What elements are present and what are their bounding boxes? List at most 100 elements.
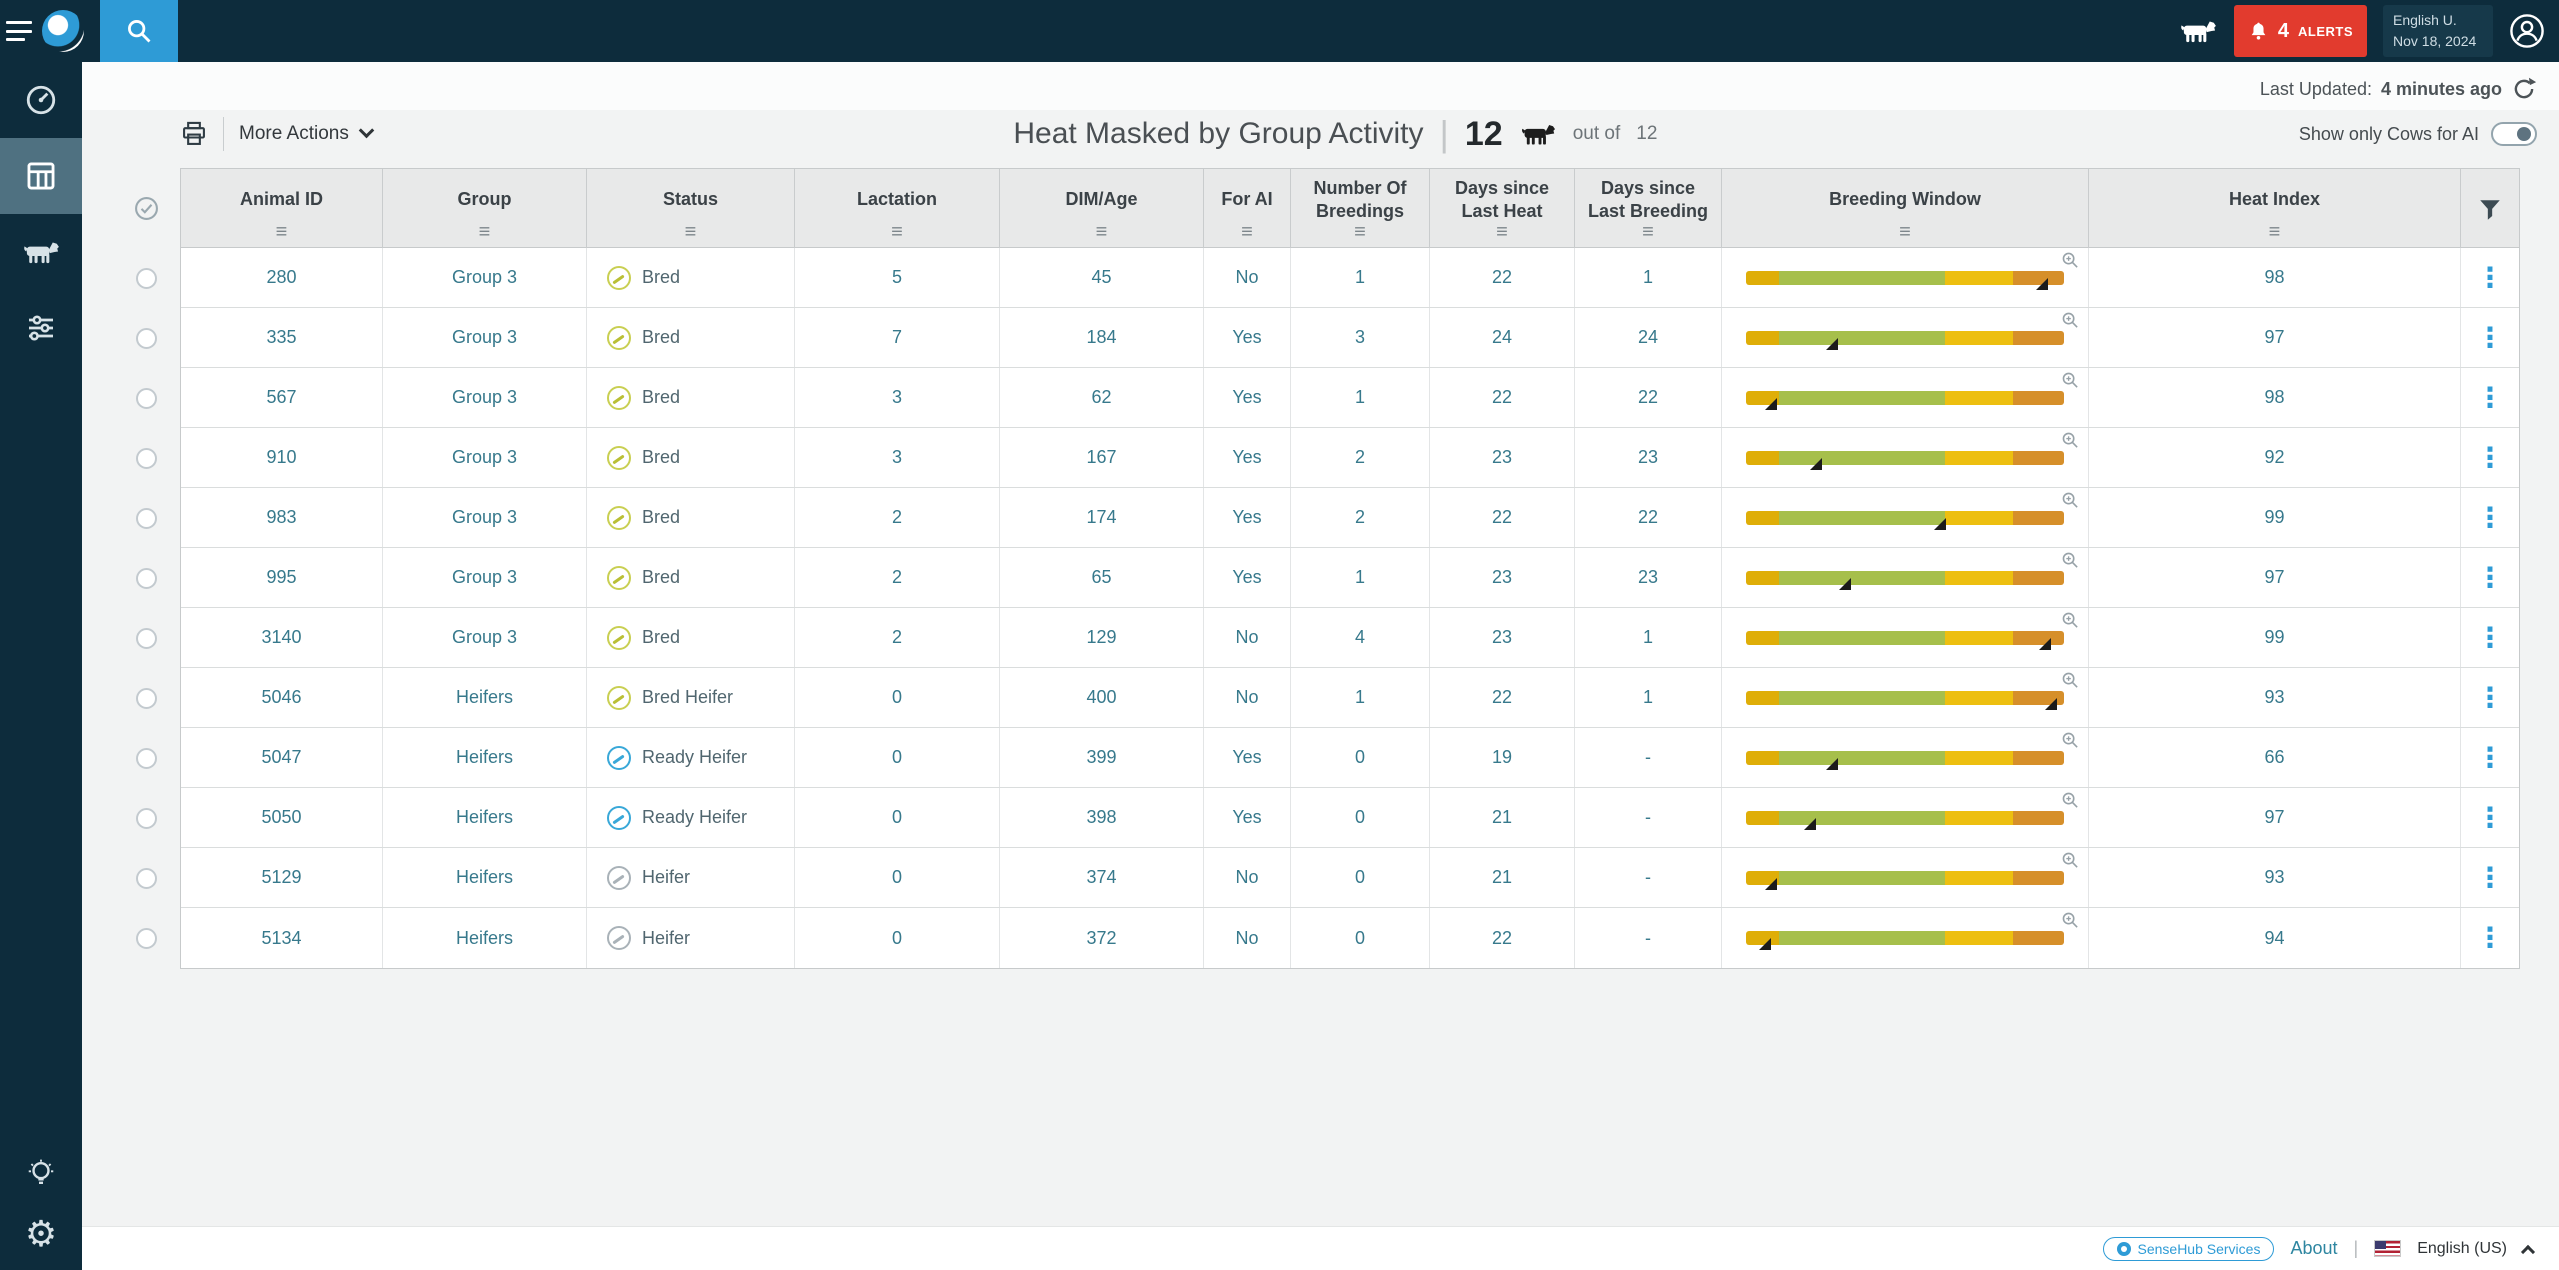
table-row[interactable]: 3140 Group 3 Bred 2 129 No 4 23 1 99 ⋮	[181, 608, 2519, 668]
cell-for-ai: Yes	[1204, 308, 1291, 367]
select-all-header[interactable]	[112, 168, 180, 248]
column-header-number-of-breedings[interactable]: Number Of Breedings ≡	[1291, 169, 1430, 248]
column-header-lactation[interactable]: Lactation ≡	[795, 169, 1000, 248]
table-row[interactable]: 335 Group 3 Bred 7 184 Yes 3 24 24 97 ⋮	[181, 308, 2519, 368]
chevron-up-icon[interactable]	[2521, 1244, 2535, 1258]
column-filter-icon[interactable]: ≡	[685, 222, 697, 242]
row-select-radio[interactable]	[136, 268, 157, 289]
row-select-radio[interactable]	[136, 928, 157, 949]
sidebar-item-settings[interactable]: ⚙	[25, 1216, 57, 1252]
more-actions-button[interactable]: More Actions	[239, 123, 372, 145]
column-filter-icon[interactable]: ≡	[1496, 222, 1508, 242]
cell-for-ai: Yes	[1204, 548, 1291, 607]
column-header-status[interactable]: Status ≡	[587, 169, 795, 248]
breeding-window-bar	[1746, 571, 2064, 585]
row-select-radio[interactable]	[136, 448, 157, 469]
print-icon[interactable]	[180, 120, 208, 148]
sensehub-services-button[interactable]: SenseHub Services	[2103, 1237, 2275, 1261]
search-button[interactable]	[100, 0, 178, 62]
column-header-heat-index[interactable]: Heat Index ≡	[2089, 169, 2461, 248]
table-row[interactable]: 5050 Heifers Ready Heifer 0 398 Yes 0 21…	[181, 788, 2519, 848]
cow-icon[interactable]	[2178, 18, 2218, 45]
footer-language-label[interactable]: English (US)	[2417, 1240, 2507, 1258]
zoom-in-icon[interactable]	[2061, 611, 2080, 630]
cell-group: Heifers	[383, 788, 587, 847]
row-select-radio[interactable]	[136, 808, 157, 829]
refresh-icon[interactable]	[2511, 76, 2537, 102]
row-select-radio[interactable]	[136, 688, 157, 709]
row-menu-button[interactable]: ⋮	[2476, 744, 2504, 772]
column-filter-icon[interactable]: ≡	[1899, 222, 1911, 242]
table-row[interactable]: 5129 Heifers Heifer 0 374 No 0 21 - 93 ⋮	[181, 848, 2519, 908]
hamburger-menu-icon[interactable]	[6, 21, 32, 41]
column-filter-icon[interactable]: ≡	[276, 222, 288, 242]
account-icon[interactable]	[2509, 13, 2545, 49]
row-select-radio[interactable]	[136, 568, 157, 589]
zoom-in-icon[interactable]	[2061, 311, 2080, 330]
zoom-in-icon[interactable]	[2061, 851, 2080, 870]
row-menu-button[interactable]: ⋮	[2476, 444, 2504, 472]
column-filter-icon[interactable]: ≡	[479, 222, 491, 242]
column-filter-icon[interactable]: ≡	[1096, 222, 1108, 242]
show-only-cows-toggle[interactable]	[2491, 122, 2537, 146]
column-filter-icon[interactable]: ≡	[891, 222, 903, 242]
row-menu-button[interactable]: ⋮	[2476, 804, 2504, 832]
column-filter-icon[interactable]: ≡	[2269, 222, 2281, 242]
row-menu-button[interactable]: ⋮	[2476, 564, 2504, 592]
zoom-in-icon[interactable]	[2061, 251, 2080, 270]
zoom-in-icon[interactable]	[2061, 791, 2080, 810]
zoom-in-icon[interactable]	[2061, 911, 2080, 930]
language-date-selector[interactable]: English U. Nov 18, 2024	[2383, 5, 2493, 57]
sidebar-item-automation[interactable]	[0, 290, 82, 366]
row-select-radio[interactable]	[136, 628, 157, 649]
row-menu-button[interactable]: ⋮	[2476, 684, 2504, 712]
dashboard-gauge-icon	[24, 83, 58, 117]
zoom-in-icon[interactable]	[2061, 491, 2080, 510]
row-select-radio[interactable]	[136, 388, 157, 409]
sidebar-item-dashboard[interactable]	[0, 62, 82, 138]
table-row[interactable]: 910 Group 3 Bred 3 167 Yes 2 23 23 92 ⋮	[181, 428, 2519, 488]
sidebar-item-tips[interactable]	[0, 1158, 82, 1190]
table-row[interactable]: 995 Group 3 Bred 2 65 Yes 1 23 23 97 ⋮	[181, 548, 2519, 608]
row-menu-button[interactable]: ⋮	[2476, 864, 2504, 892]
row-menu-button[interactable]: ⋮	[2476, 924, 2504, 952]
column-filter-icon[interactable]: ≡	[1241, 222, 1253, 242]
zoom-in-icon[interactable]	[2061, 371, 2080, 390]
row-menu-button[interactable]: ⋮	[2476, 504, 2504, 532]
column-header-animal-id[interactable]: Animal ID ≡	[181, 169, 383, 248]
cell-dim-age: 400	[1000, 668, 1204, 727]
column-header-days-since-last-breeding[interactable]: Days since Last Breeding ≡	[1575, 169, 1722, 248]
row-select-radio[interactable]	[136, 748, 157, 769]
zoom-in-icon[interactable]	[2061, 551, 2080, 570]
column-filter-icon[interactable]: ≡	[1354, 222, 1366, 242]
breeding-window-marker	[1826, 338, 1838, 350]
table-filter-button[interactable]	[2461, 169, 2519, 248]
row-select-radio[interactable]	[136, 868, 157, 889]
table-row[interactable]: 5134 Heifers Heifer 0 372 No 0 22 - 94 ⋮	[181, 908, 2519, 968]
zoom-in-icon[interactable]	[2061, 731, 2080, 750]
table-row[interactable]: 5047 Heifers Ready Heifer 0 399 Yes 0 19…	[181, 728, 2519, 788]
table-row[interactable]: 280 Group 3 Bred 5 45 No 1 22 1 98 ⋮	[181, 248, 2519, 308]
row-menu-button[interactable]: ⋮	[2476, 624, 2504, 652]
column-header-breeding-window[interactable]: Breeding Window ≡	[1722, 169, 2089, 248]
zoom-in-icon[interactable]	[2061, 431, 2080, 450]
table-row[interactable]: 567 Group 3 Bred 3 62 Yes 1 22 22 98 ⋮	[181, 368, 2519, 428]
row-menu-button[interactable]: ⋮	[2476, 264, 2504, 292]
table-row[interactable]: 5046 Heifers Bred Heifer 0 400 No 1 22 1…	[181, 668, 2519, 728]
row-menu-button[interactable]: ⋮	[2476, 324, 2504, 352]
row-select-radio[interactable]	[136, 328, 157, 349]
table-row[interactable]: 983 Group 3 Bred 2 174 Yes 2 22 22 99 ⋮	[181, 488, 2519, 548]
check-circle-icon	[134, 196, 159, 221]
row-select-radio[interactable]	[136, 508, 157, 529]
sidebar-item-reports[interactable]	[0, 138, 82, 214]
column-header-group[interactable]: Group ≡	[383, 169, 587, 248]
column-filter-icon[interactable]: ≡	[1642, 222, 1654, 242]
column-header-dim-age[interactable]: DIM/Age ≡	[1000, 169, 1204, 248]
zoom-in-icon[interactable]	[2061, 671, 2080, 690]
column-header-days-since-last-heat[interactable]: Days since Last Heat ≡	[1430, 169, 1575, 248]
row-menu-button[interactable]: ⋮	[2476, 384, 2504, 412]
sidebar-item-cows[interactable]	[0, 214, 82, 290]
about-link[interactable]: About	[2290, 1238, 2337, 1259]
column-header-for-ai[interactable]: For AI ≡	[1204, 169, 1291, 248]
alerts-button[interactable]: 4 ALERTS	[2234, 5, 2367, 57]
